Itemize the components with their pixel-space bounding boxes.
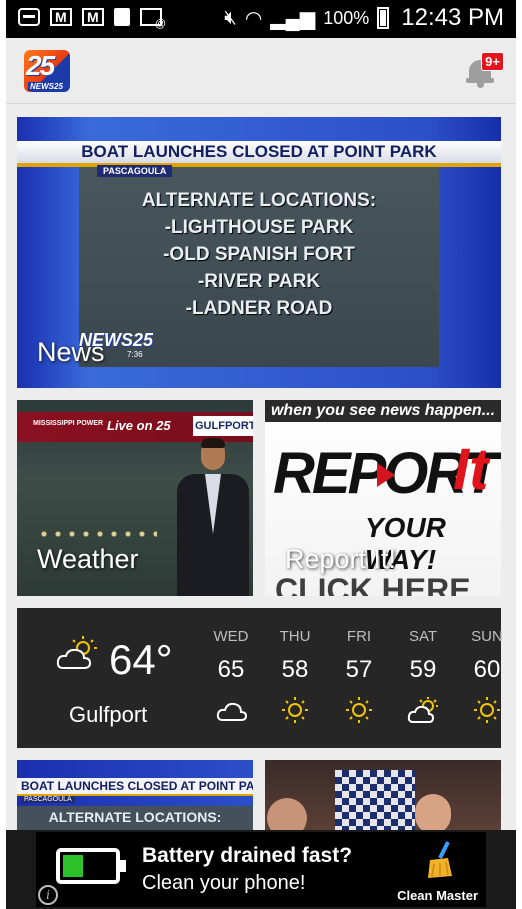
forecast-day-name: THU [279, 628, 311, 645]
broom-icon [428, 841, 452, 878]
ad-info-icon[interactable]: i [38, 885, 58, 905]
news-location: PASCAGOULA [97, 165, 173, 177]
city-lights [37, 530, 157, 538]
news-bug-time: 7:36 [127, 350, 143, 359]
news-line: -LADNER ROAD [185, 298, 333, 319]
news25-logo[interactable]: 25 NEWS25 [24, 50, 70, 92]
wifi-icon: ◠ [244, 7, 263, 30]
ad-brand: Clean Master [397, 888, 478, 903]
story-body: ALTERNATE LOCATIONS: [17, 806, 253, 830]
ad-banner[interactable]: Battery drained fast? Clean your phone! … [36, 832, 486, 907]
ad-headline: Battery drained fast? [142, 844, 353, 867]
logo-number: 25 [26, 50, 55, 81]
notifications-bell-icon[interactable]: 9+ [464, 52, 504, 90]
location-tag: GULFPORT [193, 416, 253, 436]
meteorologist-image [177, 436, 249, 596]
news-line: -LIGHTHOUSE PARK [164, 217, 354, 238]
sun-icon [346, 697, 372, 723]
news-graphic-lines: ALTERNATE LOCATIONS: -LIGHTHOUSE PARK -O… [17, 187, 501, 322]
phone-screen: 🔇︎ ◠ ▂▄▆ 100% 12:43 PM 25 NEWS25 9+ BOAT… [6, 0, 516, 909]
cloud-icon [216, 702, 247, 721]
forecast-city: Gulfport [69, 702, 148, 727]
live-on-text: Live on 25 [107, 418, 171, 433]
forecast-day-name: FRI [346, 628, 372, 645]
app-bar: 25 NEWS25 9+ [6, 38, 516, 104]
forecast-day-temp: 58 [281, 656, 309, 683]
message-icon [18, 8, 40, 26]
sun-icon [474, 697, 500, 723]
gmail-icon [50, 8, 72, 26]
forecast-day-temp: 60 [473, 656, 501, 683]
report-tagline-top: when you see news happen... [265, 400, 501, 422]
gmail-icon [82, 8, 104, 26]
clock: 12:43 PM [401, 4, 504, 31]
battery-level-fill [63, 855, 83, 877]
weather-tile[interactable]: MISSISSIPPI POWER Live on 25 GULFPORT We… [17, 400, 253, 596]
forecast-day-name: WED [213, 628, 249, 645]
status-bar: 🔇︎ ◠ ▂▄▆ 100% 12:43 PM [6, 0, 516, 38]
forecast-day-name: SUN [471, 628, 503, 645]
report-it-tile[interactable]: when you see news happen... REPORT It YO… [265, 400, 501, 596]
notification-icons [18, 8, 166, 30]
notification-badge: 9+ [481, 52, 504, 71]
person-image [415, 794, 451, 830]
forecast-day-name: SAT [408, 628, 438, 645]
battery-icon [56, 848, 126, 884]
signal-icon: ▂▄▆ [270, 7, 316, 30]
current-temperature: 64° [109, 636, 173, 683]
news-headline: BOAT LAUNCHES CLOSED AT POINT PARK [17, 141, 501, 163]
story-headline: BOAT LAUNCHES CLOSED AT POINT PARK [17, 778, 253, 794]
forecast-day-temp: 59 [409, 656, 437, 683]
news-tile[interactable]: BOAT LAUNCHES CLOSED AT POINT PARK PASCA… [17, 117, 501, 388]
forecast-widget[interactable]: 64° Gulfport WED 65 THU 58 FRI 57 SAT 59… [17, 608, 503, 748]
news-tile-label: News [37, 337, 105, 367]
news-line: -OLD SPANISH FORT [163, 244, 355, 265]
report-logo-it: It [453, 437, 489, 502]
news-story-tile[interactable]: BOAT LAUNCHES CLOSED AT POINT PARK PASCA… [17, 760, 253, 830]
sponsor-logo: MISSISSIPPI POWER [33, 420, 104, 427]
story-location: PASCAGOULA [21, 796, 75, 803]
ad-subline: Clean your phone! [142, 872, 306, 894]
system-icons: 🔇︎ ◠ ▂▄▆ 100% 12:43 PM [224, 4, 504, 32]
report-cta: CLICK HERE [275, 572, 471, 596]
partly-cloudy-icon [56, 636, 97, 669]
battery-percent: 100% [323, 7, 370, 28]
logo-text: NEWS25 [28, 82, 65, 91]
mute-icon: 🔇︎ [224, 6, 237, 29]
email-icon [140, 8, 166, 30]
sun-icon [282, 697, 308, 723]
document-icon [114, 8, 130, 26]
person-image [267, 798, 307, 830]
video-story-tile[interactable] [265, 760, 501, 830]
report-tile-label: Report It! [285, 544, 397, 574]
partly-cloudy-icon [407, 697, 438, 723]
forecast-day-temp: 57 [345, 656, 373, 683]
battery-charging-icon [377, 7, 390, 29]
news-line: ALTERNATE LOCATIONS: [141, 190, 377, 211]
checkered-background [335, 770, 415, 830]
play-icon [377, 463, 395, 487]
weather-tile-label: Weather [37, 544, 139, 574]
news-line: -RIVER PARK [197, 271, 321, 292]
ad-banner-bar: Battery drained fast? Clean your phone! … [6, 830, 516, 909]
forecast-day-temp: 65 [217, 656, 245, 683]
